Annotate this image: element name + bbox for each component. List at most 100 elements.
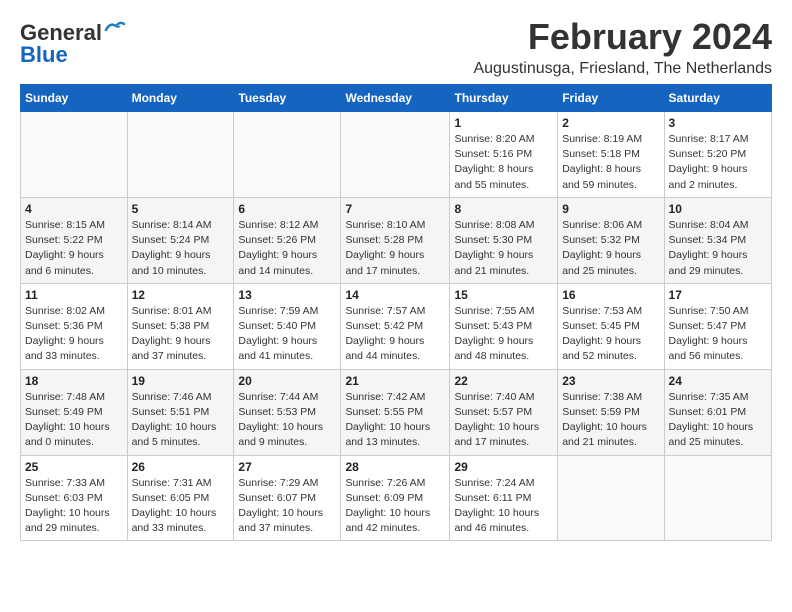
calendar-cell: 1 Sunrise: 8:20 AM Sunset: 5:16 PM Daylig… — [450, 112, 558, 198]
day-number: 27 — [238, 460, 336, 474]
calendar-cell: 7Sunrise: 8:10 AM Sunset: 5:28 PM Daylig… — [341, 197, 450, 283]
day-info: Sunrise: 8:06 AM Sunset: 5:32 PM Dayligh… — [562, 218, 659, 279]
calendar-body: 1 Sunrise: 8:20 AM Sunset: 5:16 PM Daylig… — [21, 112, 772, 541]
weekday-header: Tuesday — [234, 85, 341, 112]
day-number: 15 — [454, 288, 553, 302]
day-info: Sunrise: 7:24 AM Sunset: 6:11 PM Dayligh… — [454, 476, 553, 537]
weekday-header: Thursday — [450, 85, 558, 112]
day-info: Sunrise: 8:19 AM Sunset: 5:18 PM Dayligh… — [562, 132, 659, 193]
calendar-cell: 8 Sunrise: 8:08 AM Sunset: 5:30 PM Daylig… — [450, 197, 558, 283]
calendar-cell: 17 Sunrise: 7:50 AM Sunset: 5:47 PM Dayli… — [664, 283, 771, 369]
calendar-cell — [21, 112, 128, 198]
day-number: 7 — [345, 202, 445, 216]
day-number: 17 — [669, 288, 767, 302]
logo-blue: Blue — [20, 42, 68, 68]
day-info: Sunrise: 7:57 AM Sunset: 5:42 PM Dayligh… — [345, 304, 445, 365]
calendar-cell: 9Sunrise: 8:06 AM Sunset: 5:32 PM Daylig… — [558, 197, 664, 283]
calendar-cell: 25 Sunrise: 7:33 AM Sunset: 6:03 PM Dayli… — [21, 455, 128, 541]
calendar-cell: 10 Sunrise: 8:04 AM Sunset: 5:34 PM Dayli… — [664, 197, 771, 283]
calendar-cell: 2 Sunrise: 8:19 AM Sunset: 5:18 PM Daylig… — [558, 112, 664, 198]
day-info: Sunrise: 7:40 AM Sunset: 5:57 PM Dayligh… — [454, 390, 553, 451]
day-number: 13 — [238, 288, 336, 302]
day-info: Sunrise: 8:17 AM Sunset: 5:20 PM Dayligh… — [669, 132, 767, 193]
day-number: 6 — [238, 202, 336, 216]
calendar-cell — [664, 455, 771, 541]
logo: General Blue — [20, 20, 126, 68]
weekday-header: Monday — [127, 85, 234, 112]
day-number: 20 — [238, 374, 336, 388]
day-info: Sunrise: 7:50 AM Sunset: 5:47 PM Dayligh… — [669, 304, 767, 365]
day-number: 3 — [669, 116, 767, 130]
day-number: 11 — [25, 288, 123, 302]
calendar-cell: 14 Sunrise: 7:57 AM Sunset: 5:42 PM Dayli… — [341, 283, 450, 369]
day-info: Sunrise: 7:53 AM Sunset: 5:45 PM Dayligh… — [562, 304, 659, 365]
calendar-cell: 24 Sunrise: 7:35 AM Sunset: 6:01 PM Dayli… — [664, 369, 771, 455]
day-info: Sunrise: 8:14 AM Sunset: 5:24 PM Dayligh… — [132, 218, 230, 279]
calendar-cell: 23 Sunrise: 7:38 AM Sunset: 5:59 PM Dayli… — [558, 369, 664, 455]
calendar-cell: 20 Sunrise: 7:44 AM Sunset: 5:53 PM Dayli… — [234, 369, 341, 455]
weekday-header: Saturday — [664, 85, 771, 112]
day-info: Sunrise: 7:31 AM Sunset: 6:05 PM Dayligh… — [132, 476, 230, 537]
day-number: 28 — [345, 460, 445, 474]
day-number: 25 — [25, 460, 123, 474]
weekday-header: Sunday — [21, 85, 128, 112]
day-info: Sunrise: 7:38 AM Sunset: 5:59 PM Dayligh… — [562, 390, 659, 451]
calendar-cell: 6Sunrise: 8:12 AM Sunset: 5:26 PM Daylig… — [234, 197, 341, 283]
day-info: Sunrise: 7:29 AM Sunset: 6:07 PM Dayligh… — [238, 476, 336, 537]
weekday-header: Wednesday — [341, 85, 450, 112]
calendar-cell — [558, 455, 664, 541]
title-area: February 2024 Augustinusga, Friesland, T… — [473, 16, 772, 78]
calendar-week-row: 18 Sunrise: 7:48 AM Sunset: 5:49 PM Dayli… — [21, 369, 772, 455]
day-info: Sunrise: 7:33 AM Sunset: 6:03 PM Dayligh… — [25, 476, 123, 537]
day-number: 18 — [25, 374, 123, 388]
weekday-header: Friday — [558, 85, 664, 112]
calendar-cell: 3 Sunrise: 8:17 AM Sunset: 5:20 PM Daylig… — [664, 112, 771, 198]
calendar-cell: 27 Sunrise: 7:29 AM Sunset: 6:07 PM Dayli… — [234, 455, 341, 541]
day-info: Sunrise: 7:48 AM Sunset: 5:49 PM Dayligh… — [25, 390, 123, 451]
day-info: Sunrise: 7:55 AM Sunset: 5:43 PM Dayligh… — [454, 304, 553, 365]
calendar-cell: 26Sunrise: 7:31 AM Sunset: 6:05 PM Dayli… — [127, 455, 234, 541]
calendar-cell: 21 Sunrise: 7:42 AM Sunset: 5:55 PM Dayli… — [341, 369, 450, 455]
day-number: 14 — [345, 288, 445, 302]
day-number: 4 — [25, 202, 123, 216]
day-number: 1 — [454, 116, 553, 130]
day-number: 19 — [132, 374, 230, 388]
calendar-cell — [234, 112, 341, 198]
calendar-cell: 22 Sunrise: 7:40 AM Sunset: 5:57 PM Dayli… — [450, 369, 558, 455]
calendar: SundayMondayTuesdayWednesdayThursdayFrid… — [20, 84, 772, 541]
calendar-cell: 29 Sunrise: 7:24 AM Sunset: 6:11 PM Dayli… — [450, 455, 558, 541]
calendar-week-row: 1 Sunrise: 8:20 AM Sunset: 5:16 PM Daylig… — [21, 112, 772, 198]
calendar-cell: 28Sunrise: 7:26 AM Sunset: 6:09 PM Dayli… — [341, 455, 450, 541]
calendar-cell — [341, 112, 450, 198]
calendar-cell — [127, 112, 234, 198]
month-title: February 2024 — [473, 16, 772, 58]
day-info: Sunrise: 8:20 AM Sunset: 5:16 PM Dayligh… — [454, 132, 553, 193]
day-info: Sunrise: 8:02 AM Sunset: 5:36 PM Dayligh… — [25, 304, 123, 365]
day-info: Sunrise: 8:04 AM Sunset: 5:34 PM Dayligh… — [669, 218, 767, 279]
calendar-week-row: 25 Sunrise: 7:33 AM Sunset: 6:03 PM Dayli… — [21, 455, 772, 541]
calendar-cell: 5Sunrise: 8:14 AM Sunset: 5:24 PM Daylig… — [127, 197, 234, 283]
day-number: 23 — [562, 374, 659, 388]
day-number: 10 — [669, 202, 767, 216]
day-number: 8 — [454, 202, 553, 216]
day-info: Sunrise: 8:08 AM Sunset: 5:30 PM Dayligh… — [454, 218, 553, 279]
day-info: Sunrise: 7:42 AM Sunset: 5:55 PM Dayligh… — [345, 390, 445, 451]
day-info: Sunrise: 7:59 AM Sunset: 5:40 PM Dayligh… — [238, 304, 336, 365]
day-number: 2 — [562, 116, 659, 130]
calendar-cell: 12 Sunrise: 8:01 AM Sunset: 5:38 PM Dayli… — [127, 283, 234, 369]
day-number: 24 — [669, 374, 767, 388]
day-number: 22 — [454, 374, 553, 388]
calendar-cell: 16 Sunrise: 7:53 AM Sunset: 5:45 PM Dayli… — [558, 283, 664, 369]
day-number: 12 — [132, 288, 230, 302]
calendar-cell: 19Sunrise: 7:46 AM Sunset: 5:51 PM Dayli… — [127, 369, 234, 455]
day-number: 16 — [562, 288, 659, 302]
calendar-cell: 4 Sunrise: 8:15 AM Sunset: 5:22 PM Daylig… — [21, 197, 128, 283]
day-number: 29 — [454, 460, 553, 474]
day-info: Sunrise: 7:35 AM Sunset: 6:01 PM Dayligh… — [669, 390, 767, 451]
day-info: Sunrise: 8:01 AM Sunset: 5:38 PM Dayligh… — [132, 304, 230, 365]
logo-bird-icon — [104, 20, 126, 38]
day-info: Sunrise: 8:15 AM Sunset: 5:22 PM Dayligh… — [25, 218, 123, 279]
day-number: 21 — [345, 374, 445, 388]
day-info: Sunrise: 7:44 AM Sunset: 5:53 PM Dayligh… — [238, 390, 336, 451]
location-title: Augustinusga, Friesland, The Netherlands — [473, 60, 772, 78]
